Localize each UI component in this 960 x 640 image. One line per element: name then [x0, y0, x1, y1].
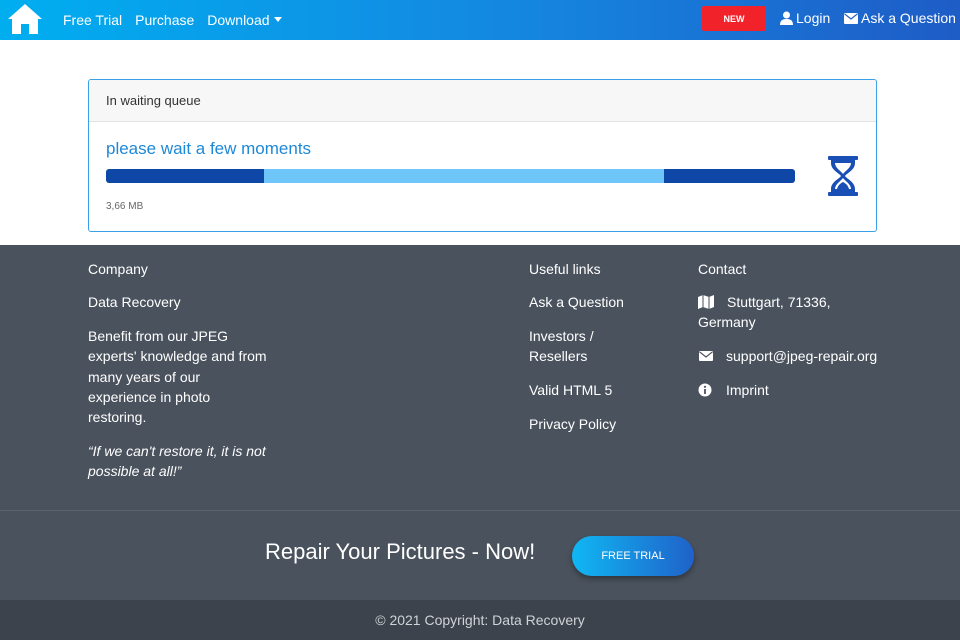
copyright-text: © 2021 Copyright: Data Recovery [375, 612, 585, 628]
footer-ask-question-link[interactable]: Ask a Question [529, 292, 624, 312]
chevron-down-icon [273, 17, 282, 22]
info-icon [698, 383, 712, 397]
address-line: Stuttgart, 71336, [727, 294, 831, 310]
footer-privacy-link[interactable]: Privacy Policy [529, 414, 616, 434]
company-desc-line: Benefit from our JPEG [88, 328, 229, 344]
user-icon [780, 11, 793, 25]
address-line: Germany [698, 314, 756, 330]
company-desc-line: many years of our [88, 369, 201, 385]
hourglass-icon [828, 156, 858, 196]
nav-links: Free Trial Purchase Download [63, 0, 295, 40]
home-icon[interactable] [6, 2, 44, 36]
cta-section: Repair Your Pictures - Now! FREE TRIAL [0, 510, 960, 600]
company-desc-line: experts' knowledge and from [88, 348, 267, 364]
email-address: support@jpeg-repair.org [726, 348, 878, 364]
contact-email[interactable]: support@jpeg-repair.org [698, 346, 877, 366]
progress-bar-segment [264, 169, 665, 183]
queue-card-body: please wait a few moments 3,66 MB [89, 122, 876, 231]
investors-line: Resellers [529, 348, 588, 364]
wait-message: please wait a few moments [106, 139, 312, 158]
ask-question-label: Ask a Question [861, 10, 956, 26]
contact-imprint[interactable]: Imprint [698, 380, 769, 400]
company-heading: Company [88, 261, 148, 277]
new-badge[interactable]: NEW [702, 6, 766, 31]
company-quote-line: possible at all!” [88, 463, 182, 479]
footer-html5-link[interactable]: Valid HTML 5 [529, 380, 612, 400]
company-name: Data Recovery [88, 294, 181, 310]
nav-purchase[interactable]: Purchase [135, 12, 194, 28]
contact-address [698, 292, 726, 309]
map-icon [698, 295, 714, 309]
contact-heading: Contact [698, 261, 747, 277]
company-quote-line: “If we can't restore it, it is not [88, 443, 266, 459]
company-desc-line: experience in photo [88, 389, 211, 405]
imprint-label: Imprint [726, 382, 769, 398]
free-trial-button[interactable]: FREE TRIAL [572, 536, 694, 576]
cta-heading: Repair Your Pictures - Now! [265, 539, 536, 564]
queue-card-header: In waiting queue [89, 80, 876, 122]
top-navbar: Free Trial Purchase Download NEW Login A… [0, 0, 960, 40]
queue-card: In waiting queue please wait a few momen… [88, 79, 877, 232]
envelope-icon [699, 351, 713, 361]
login-link[interactable]: Login [780, 0, 830, 36]
login-label: Login [796, 10, 831, 26]
nav-download-dropdown[interactable]: Download [207, 12, 282, 28]
footer: Company Data Recovery Benefit from our J… [0, 245, 960, 510]
envelope-icon [844, 12, 858, 24]
links-heading: Useful links [529, 261, 601, 277]
investors-line: Investors / [529, 328, 594, 344]
nav-free-trial[interactable]: Free Trial [63, 12, 122, 28]
company-desc-line: restoring. [88, 409, 147, 425]
file-size: 3,66 MB [106, 201, 144, 212]
copyright-bar: © 2021 Copyright: Data Recovery [0, 600, 960, 640]
ask-question-link[interactable]: Ask a Question [844, 0, 956, 36]
nav-download-label: Download [207, 12, 270, 28]
progress-bar [106, 169, 795, 183]
